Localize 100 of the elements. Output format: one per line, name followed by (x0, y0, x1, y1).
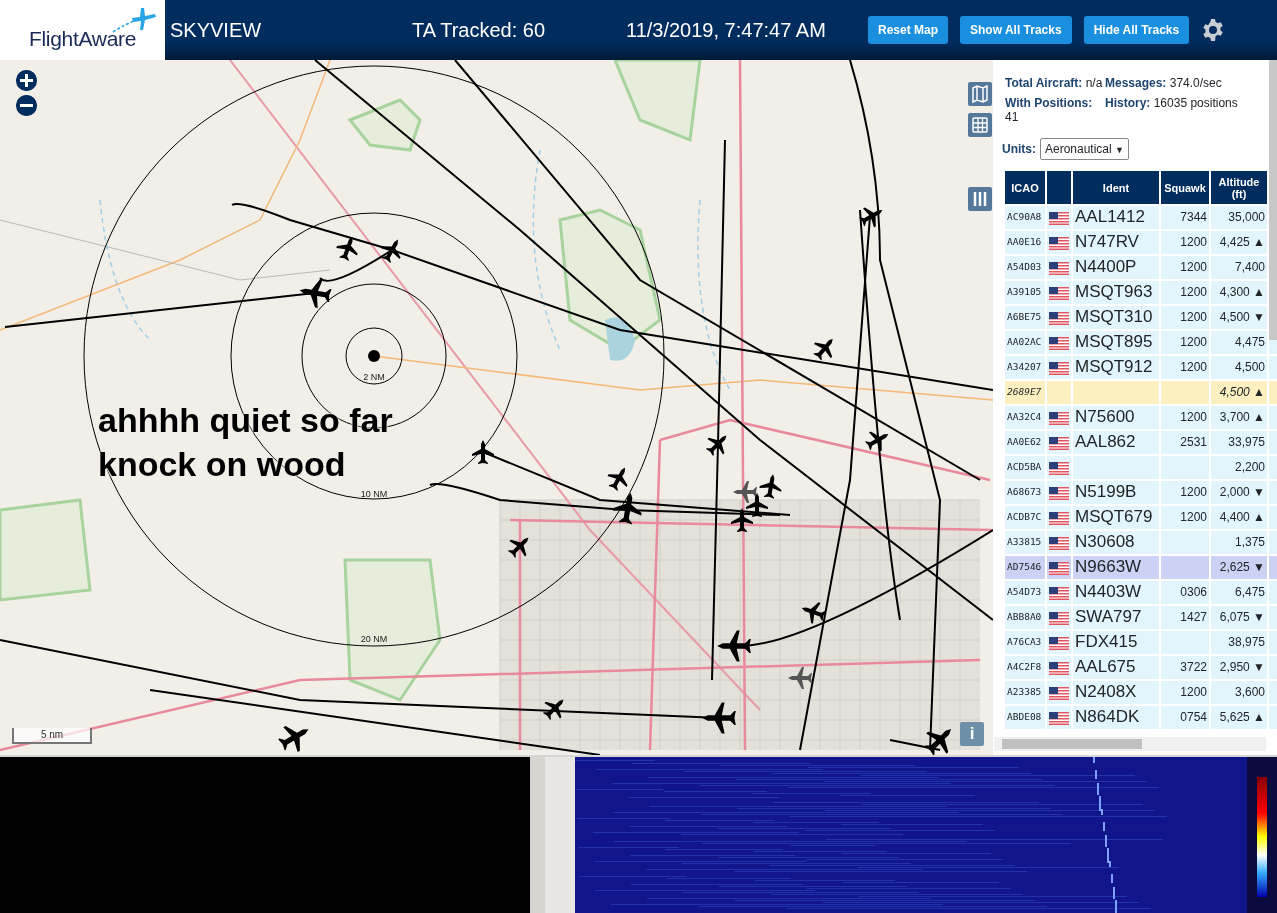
aircraft-row[interactable]: 2689E7 4,500 ▲ (1005, 381, 1277, 404)
stat-label: With Positions: (1005, 96, 1093, 110)
aircraft-row[interactable]: ACD5BA 2,200 (1005, 456, 1277, 479)
column-header: Squawk (1161, 171, 1209, 204)
altitude-value: 7,400 (1234, 259, 1265, 274)
altitude-value: 4,500 (1219, 309, 1250, 324)
aircraft-icon (859, 207, 883, 228)
ident-text: N75600 (1073, 406, 1159, 429)
squawk-code: 3722 (1161, 656, 1209, 679)
squawk-code: 2531 (1161, 431, 1209, 454)
ident-text: N2408X (1073, 681, 1159, 704)
column-header: Altitude (ft) (1211, 171, 1267, 204)
column-header: Ident (1073, 171, 1159, 204)
ident-text: MSQT912 (1073, 356, 1159, 379)
icao-code: AA02AC (1005, 331, 1045, 354)
altitude-value: 4,475 (1234, 334, 1265, 349)
altitude-value: 4,500 (1234, 359, 1265, 374)
aircraft-row[interactable]: ABB8A0 SWA797 1427 6,075 ▼ (1005, 606, 1277, 629)
icao-code: ACD5BA (1005, 456, 1045, 479)
icao-code: AA0E62 (1005, 431, 1045, 454)
aircraft-row[interactable]: AA02AC MSQT895 1200 4,475 (1005, 331, 1277, 354)
squawk-code: 1200 (1161, 231, 1209, 254)
trend-arrow: ▲ (1253, 409, 1265, 424)
icao-code: A68673 (1005, 481, 1045, 504)
aircraft-icon (801, 602, 826, 624)
aircraft-row[interactable]: AD7546 N9663W 2,625 ▼ (1005, 556, 1277, 579)
ident-text: AAL675 (1073, 656, 1159, 679)
aircraft-row[interactable]: ABDE08 N864DK 0754 5,625 ▲ (1005, 706, 1277, 729)
altitude-value: 4,500 (1219, 384, 1250, 399)
columns-icon[interactable] (968, 187, 992, 211)
aircraft-row[interactable]: A54D73 N4403W 0306 6,475 (1005, 581, 1277, 604)
aircraft-icon (788, 667, 812, 689)
squawk-code: 1200 (1161, 681, 1209, 704)
aircraft-row[interactable]: AA0E62 AAL862 2531 33,975 (1005, 431, 1277, 454)
aircraft-icon (613, 492, 642, 525)
range-label: 20 NM (360, 634, 388, 644)
ident-text: N864DK (1073, 706, 1159, 729)
icao-code: ABB8A0 (1005, 606, 1045, 629)
aircraft-icon (380, 239, 401, 263)
aircraft-icon (607, 467, 628, 491)
aircraft-icon (336, 236, 358, 261)
aircraft-row[interactable]: A23385 N2408X 1200 3,600 (1005, 681, 1277, 704)
date-time: 11/3/2019, 7:47:47 AM (626, 18, 827, 43)
aircraft-icon (865, 431, 889, 452)
grid-icon[interactable] (968, 113, 992, 137)
aircraft-row[interactable]: AA0E16 N747RV 1200 4,425 ▲ (1005, 231, 1277, 254)
table-cell (1047, 381, 1071, 404)
squawk-code: 1200 (1161, 506, 1209, 529)
aircraft-row[interactable]: A34207 MSQT912 1200 4,500 (1005, 356, 1277, 379)
stat-value: 374.0/sec (1169, 76, 1222, 90)
aircraft-row[interactable]: A6BE75 MSQT310 1200 4,500 ▼ (1005, 306, 1277, 329)
icao-code: ACDB7C (1005, 506, 1045, 529)
aircraft-row[interactable]: A33815 N30608 1,375 (1005, 531, 1277, 554)
aircraft-icon (472, 440, 494, 464)
receiver-dot (368, 350, 380, 362)
aircraft-icon (278, 725, 309, 752)
lake (605, 317, 635, 361)
squawk-code: 1200 (1161, 306, 1209, 329)
aircraft-row[interactable]: A68673 N5199B 1200 2,000 ▼ (1005, 481, 1277, 504)
altitude-value: 4,400 (1219, 509, 1250, 524)
altitude-value: 2,625 (1219, 559, 1250, 574)
table-cell (1161, 381, 1209, 404)
squawk-code: 1427 (1161, 606, 1209, 629)
aircraft-row[interactable]: ACDB7C MSQT679 1200 4,400 ▲ (1005, 506, 1277, 529)
icao-code: 2689E7 (1005, 381, 1045, 404)
stat-label: History: (1105, 96, 1151, 110)
squawk-code: 7344 (1161, 206, 1209, 229)
icao-code: A6BE75 (1005, 306, 1045, 329)
ident-text: N4400P (1073, 256, 1159, 279)
table-cell (1161, 531, 1209, 554)
trend-arrow: ▲ (1253, 509, 1265, 524)
range-label: 2 NM (363, 372, 385, 382)
aircraft-icon (299, 279, 332, 308)
aircraft-row[interactable]: A39105 MSQT963 1200 4,300 ▲ (1005, 281, 1277, 304)
aircraft-row[interactable]: AA32C4 N75600 1200 3,700 ▲ (1005, 406, 1277, 429)
aircraft-row[interactable]: AC90A8 AAL1412 7344 35,000 (1005, 206, 1277, 229)
aircraft-icon (746, 493, 768, 517)
icao-code: A54D03 (1005, 256, 1045, 279)
scrollbar[interactable] (1269, 60, 1277, 340)
units-dropdown[interactable]: Aeronautical ▼ (1040, 138, 1129, 160)
ident-text: MSQT963 (1073, 281, 1159, 304)
ident-text: MSQT310 (1073, 306, 1159, 329)
stat-value: n/a (1085, 76, 1103, 90)
units-label: Units: (1002, 141, 1036, 158)
altitude-value: 2,200 (1234, 459, 1265, 474)
aircraft-row[interactable]: A54D03 N4400P 1200 7,400 (1005, 256, 1277, 279)
aircraft-row[interactable]: A4C2F8 AAL675 3722 2,950 ▼ (1005, 656, 1277, 679)
icao-code: A4C2F8 (1005, 656, 1045, 679)
icao-code: AA0E16 (1005, 231, 1045, 254)
icao-code: A34207 (1005, 356, 1045, 379)
altitude-value: 5,625 (1219, 709, 1250, 724)
altitude-value: 3,600 (1234, 684, 1265, 699)
squawk-code: 1200 (1161, 481, 1209, 504)
squawk-code: 1200 (1161, 331, 1209, 354)
icao-code: A54D73 (1005, 581, 1045, 604)
icao-code: A33815 (1005, 531, 1045, 554)
aircraft-row[interactable]: A76CA3 FDX415 38,975 (1005, 631, 1277, 654)
scrollbar-thumb[interactable] (1002, 739, 1142, 749)
settings-icon[interactable] (1201, 18, 1226, 42)
map-icon[interactable] (968, 82, 992, 106)
